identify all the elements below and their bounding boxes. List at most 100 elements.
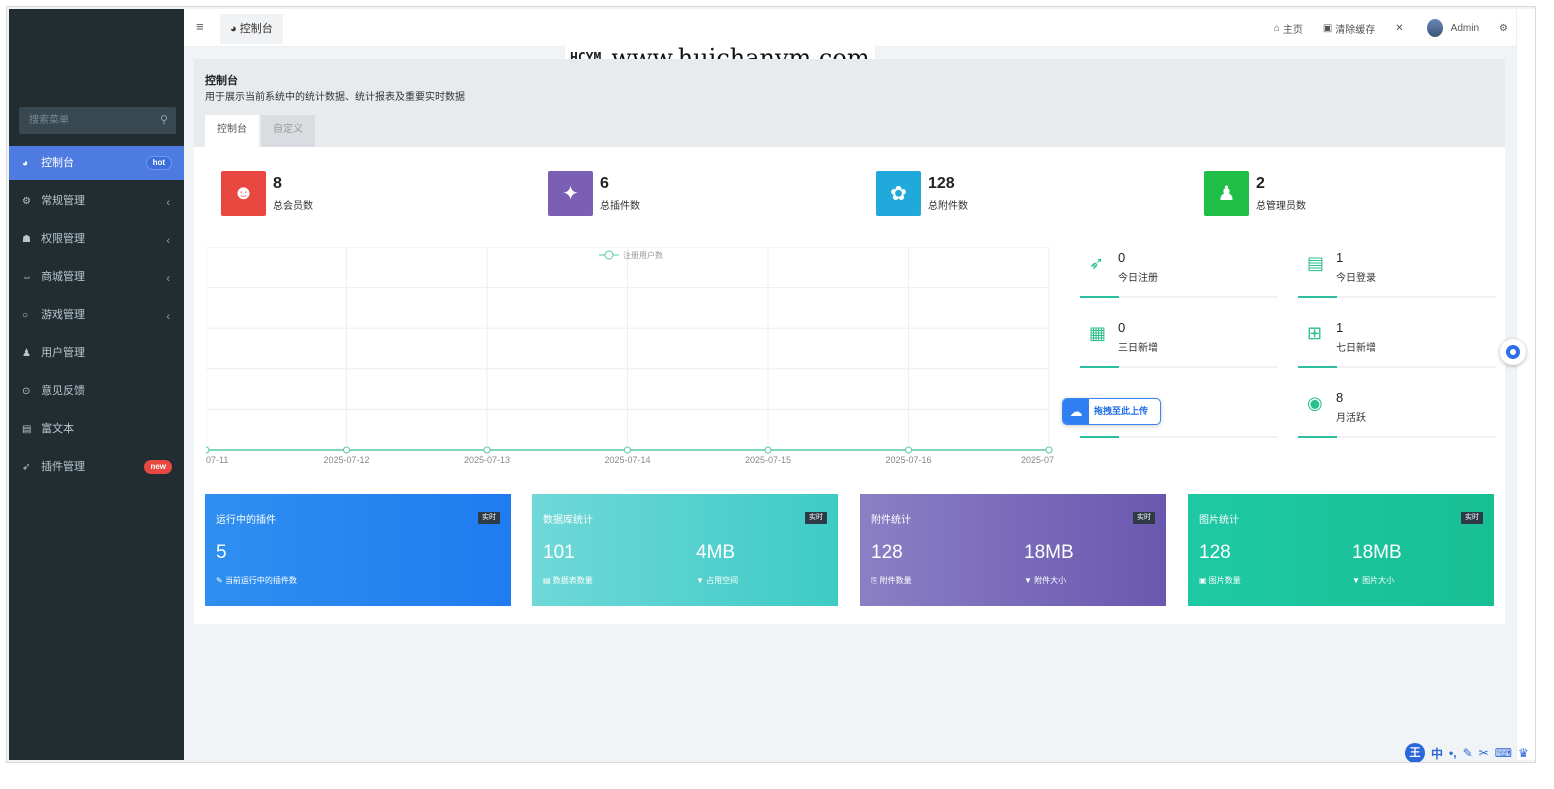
chevron-left-icon: ‹ xyxy=(166,235,170,247)
shop-icon: ⇔ xyxy=(22,272,32,283)
pen-icon[interactable]: ✎ xyxy=(1463,746,1473,760)
menu-search-placeholder: 搜索菜单 xyxy=(29,115,69,126)
sidebar-item-plugins[interactable]: ➶ 插件管理 new xyxy=(9,450,184,488)
x-tick-label: 2025-07 xyxy=(1021,455,1054,465)
mini-progress xyxy=(1298,296,1496,298)
stat-value: 8 xyxy=(273,175,282,192)
shirt-icon[interactable]: ♛ xyxy=(1518,746,1529,760)
tab-dashboard-panel[interactable]: 控制台 xyxy=(205,115,259,147)
stat-value: 128 xyxy=(928,175,955,192)
new-badge: new xyxy=(144,460,172,474)
settings-button[interactable]: ⚙ xyxy=(1499,23,1511,34)
data-point xyxy=(905,446,912,454)
cloud-upload-icon: ☁ xyxy=(1063,399,1089,424)
richtext-icon: ▤ xyxy=(22,424,32,435)
card-label: ✎ 当前运行中的插件数 xyxy=(216,575,297,586)
paperclip-icon: ⎘ xyxy=(871,576,880,585)
menu-search-input[interactable]: 搜索菜单 ⚲ xyxy=(19,107,176,134)
filter-icon: ▼ xyxy=(1352,576,1363,585)
admin-icon: ♟ xyxy=(1204,171,1249,216)
tab-dashboard[interactable]: ◕ 控制台 xyxy=(220,14,283,44)
magic-icon: ✎ xyxy=(216,576,225,585)
data-point xyxy=(202,446,210,454)
user-menu[interactable]: Admin xyxy=(1426,19,1479,37)
mini-three-day: ▦ 0 三日新增 xyxy=(1080,317,1278,377)
mini-seven-day: ⊞ 1 七日新增 xyxy=(1298,317,1496,377)
card-images: 图片统计 实时 128 ▣ 图片数量 18MB ▼ 图片大小 xyxy=(1188,494,1494,606)
card-label-2: ▼ 图片大小 xyxy=(1352,575,1394,586)
punctuation-icon[interactable]: •, xyxy=(1449,746,1457,760)
data-point xyxy=(624,446,631,454)
keyboard-icon[interactable]: ⌨ xyxy=(1495,746,1512,760)
sidebar-item-users[interactable]: ♟ 用户管理 xyxy=(9,336,184,374)
card-label-text: 占用空间 xyxy=(706,576,739,585)
search-icon[interactable]: ⚲ xyxy=(160,107,168,134)
x-tick-label: 2025-07-14 xyxy=(604,455,650,465)
registrations-chart: 07-11 2025-07-12 2025-07-13 2025-07-14 2025-… xyxy=(202,246,1056,467)
cogs-icon: ⚙ xyxy=(22,196,31,207)
sidebar-item-richtext[interactable]: ▤ 富文本 xyxy=(9,412,184,450)
stat-label: 总插件数 xyxy=(600,201,640,212)
cogs-icon: ⚙ xyxy=(1499,22,1508,34)
image-icon: ▣ xyxy=(1199,576,1209,585)
mini-label: 三日新增 xyxy=(1118,343,1158,354)
hot-badge: hot xyxy=(145,156,172,170)
user-circle-icon: ◉ xyxy=(1307,393,1323,413)
ime-mode[interactable]: 中 xyxy=(1431,745,1443,762)
mini-value: 0 xyxy=(1118,320,1126,335)
card-label-text: 图片数量 xyxy=(1208,576,1241,585)
home-link[interactable]: ⌂ 主页 xyxy=(1274,21,1303,36)
avatar xyxy=(1426,19,1443,37)
scissors-icon[interactable]: ✂ xyxy=(1479,746,1489,760)
sidebar-item-game[interactable]: ○ 游戏管理 ‹ xyxy=(9,298,184,336)
rocket-icon: ➶ xyxy=(22,462,31,473)
x-tick-label: 2025-07-12 xyxy=(323,455,369,465)
sidebar-item-feedback[interactable]: ⊙ 意见反馈 xyxy=(9,374,184,412)
database-icon: ▤ xyxy=(543,576,553,585)
data-point xyxy=(764,446,772,454)
card-label-text: 附件数量 xyxy=(879,576,912,585)
group-icon: ☗ xyxy=(22,234,31,245)
sidebar-item-label: 游戏管理 xyxy=(41,309,86,321)
card-label-2: ▼ 附件大小 xyxy=(1024,575,1066,586)
data-point xyxy=(483,446,491,454)
ring-icon xyxy=(1506,345,1520,359)
right-scrollbar[interactable] xyxy=(1516,9,1535,760)
filter-icon: ▼ xyxy=(1024,576,1035,585)
feedback-icon: ⊙ xyxy=(22,386,31,397)
sidebar-item-label: 常规管理 xyxy=(41,195,86,207)
mini-progress xyxy=(1298,366,1496,368)
sidebar-item-general[interactable]: ⚙ 常规管理 ‹ xyxy=(9,184,184,222)
sidebar-item-label: 控制台 xyxy=(41,157,75,169)
fullscreen-button[interactable]: ✕ xyxy=(1395,23,1406,34)
card-title: 数据库统计 xyxy=(543,515,593,526)
ime-toolbar[interactable]: 王 中 •, ✎ ✂ ⌨ ♛ xyxy=(1405,743,1535,762)
card-value: 128 xyxy=(871,542,903,563)
ime-logo: 王 xyxy=(1405,743,1425,762)
sidebar-item-label: 意见反馈 xyxy=(41,385,86,397)
mini-label: 七日新增 xyxy=(1336,343,1376,354)
calendar-plus-icon: ⊞ xyxy=(1307,323,1323,343)
menu-toggle-icon[interactable]: ≡ xyxy=(196,19,204,34)
mini-label: 月活跃 xyxy=(1336,413,1366,424)
realtime-badge: 实时 xyxy=(805,512,827,524)
realtime-badge: 实时 xyxy=(1133,512,1155,524)
data-point xyxy=(343,446,350,454)
card-title: 附件统计 xyxy=(871,515,911,526)
sidebar-item-auth[interactable]: ☗ 权限管理 ‹ xyxy=(9,222,184,260)
sidebar-item-label: 插件管理 xyxy=(41,461,86,473)
tab-custom[interactable]: 自定义 xyxy=(261,115,315,147)
card-label-2: ▼ 占用空间 xyxy=(696,575,738,586)
card-value-2: 18MB xyxy=(1352,542,1402,563)
stat-label: 总管理员数 xyxy=(1256,201,1306,212)
sidebar-item-shop[interactable]: ⇔ 商城管理 ‹ xyxy=(9,260,184,298)
stat-members: ☻ 8 总会员数 xyxy=(221,171,501,216)
leaf-icon: ✿ xyxy=(876,171,921,216)
floating-assistant-button[interactable] xyxy=(1500,339,1526,365)
card-label-text: 数据表数量 xyxy=(552,576,593,585)
chevron-left-icon: ‹ xyxy=(166,311,170,323)
drag-upload-button[interactable]: ☁ 拖拽至此上传 xyxy=(1062,398,1161,425)
data-point xyxy=(1045,446,1053,454)
clear-cache-button[interactable]: ▣ 清除缓存 xyxy=(1323,21,1375,36)
sidebar-item-dashboard[interactable]: ◕ 控制台 hot xyxy=(9,146,184,180)
